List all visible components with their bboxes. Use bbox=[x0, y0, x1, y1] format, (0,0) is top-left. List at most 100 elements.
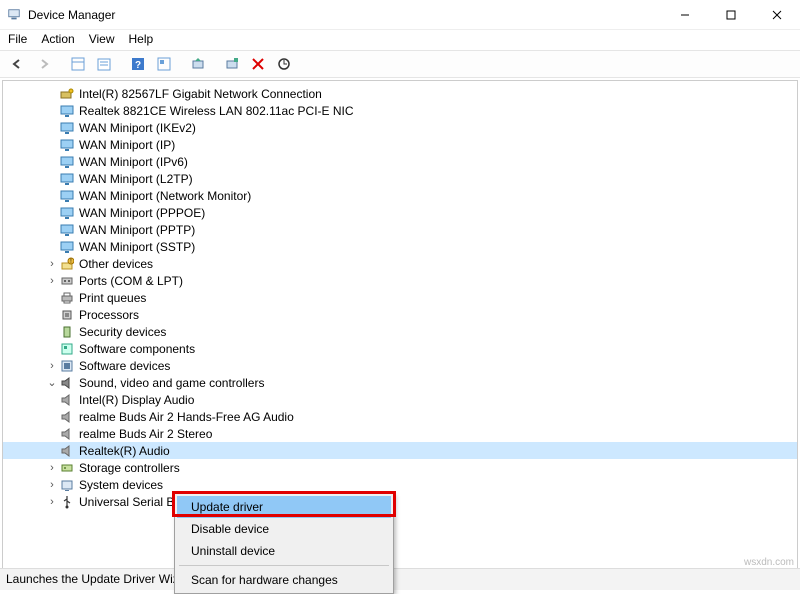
category-software-devices[interactable]: › Software devices bbox=[3, 357, 797, 374]
category-system[interactable]: › System devices bbox=[3, 476, 797, 493]
storage-icon bbox=[59, 460, 75, 476]
category-usb[interactable]: ›Universal Serial Bus controllers bbox=[3, 493, 797, 510]
expand-icon[interactable]: › bbox=[45, 275, 59, 287]
context-uninstall-device[interactable]: Uninstall device bbox=[177, 540, 391, 562]
device-item[interactable]: Intel(R) 82567LF Gigabit Network Connect… bbox=[3, 85, 797, 102]
software-icon bbox=[59, 341, 75, 357]
properties-button[interactable] bbox=[92, 53, 116, 75]
uninstall-button[interactable] bbox=[220, 53, 244, 75]
device-label: Intel(R) Display Audio bbox=[79, 393, 194, 407]
category-processors[interactable]: Processors bbox=[3, 306, 797, 323]
device-item[interactable]: realme Buds Air 2 Stereo bbox=[3, 425, 797, 442]
scan-hardware-button[interactable] bbox=[272, 53, 296, 75]
show-hide-tree-button[interactable] bbox=[66, 53, 90, 75]
expand-icon[interactable]: › bbox=[45, 360, 59, 372]
device-item[interactable]: WAN Miniport (PPPOE) bbox=[3, 204, 797, 221]
category-label: System devices bbox=[79, 478, 163, 492]
device-item-selected[interactable]: Realtek(R) Audio bbox=[3, 442, 797, 459]
context-disable-device[interactable]: Disable device bbox=[177, 518, 391, 540]
expand-icon[interactable]: › bbox=[45, 496, 59, 508]
device-item[interactable]: Realtek 8821CE Wireless LAN 802.11ac PCI… bbox=[3, 102, 797, 119]
close-button[interactable] bbox=[754, 0, 800, 30]
category-storage[interactable]: ›Storage controllers bbox=[3, 459, 797, 476]
device-item[interactable]: realme Buds Air 2 Hands-Free AG Audio bbox=[3, 408, 797, 425]
device-item[interactable]: WAN Miniport (L2TP) bbox=[3, 170, 797, 187]
category-label: Ports (COM & LPT) bbox=[79, 274, 183, 288]
minimize-button[interactable] bbox=[662, 0, 708, 30]
help-button[interactable]: ? bbox=[126, 53, 150, 75]
device-item[interactable]: WAN Miniport (PPTP) bbox=[3, 221, 797, 238]
category-label: Software components bbox=[79, 342, 195, 356]
action-button[interactable] bbox=[152, 53, 176, 75]
monitor-icon bbox=[59, 205, 75, 221]
device-label: WAN Miniport (PPTP) bbox=[79, 223, 195, 237]
device-label: Realtek(R) Audio bbox=[79, 444, 170, 458]
speaker-icon bbox=[59, 409, 75, 425]
category-software-components[interactable]: Software components bbox=[3, 340, 797, 357]
device-item[interactable]: WAN Miniport (IKEv2) bbox=[3, 119, 797, 136]
device-label: Realtek 8821CE Wireless LAN 802.11ac PCI… bbox=[79, 104, 354, 118]
system-icon bbox=[59, 477, 75, 493]
collapse-icon[interactable]: ⌄ bbox=[45, 376, 59, 389]
context-scan-hardware[interactable]: Scan for hardware changes bbox=[177, 569, 391, 591]
update-driver-button[interactable] bbox=[186, 53, 210, 75]
device-label: WAN Miniport (PPPOE) bbox=[79, 206, 205, 220]
context-update-driver[interactable]: Update driver bbox=[177, 496, 391, 518]
menu-file[interactable]: File bbox=[8, 32, 27, 46]
expand-icon[interactable]: › bbox=[45, 462, 59, 474]
monitor-icon bbox=[59, 239, 75, 255]
printer-icon bbox=[59, 290, 75, 306]
monitor-icon bbox=[59, 188, 75, 204]
back-button[interactable] bbox=[6, 53, 30, 75]
monitor-icon bbox=[59, 120, 75, 136]
device-item[interactable]: WAN Miniport (Network Monitor) bbox=[3, 187, 797, 204]
device-label: WAN Miniport (IKEv2) bbox=[79, 121, 196, 135]
device-label: WAN Miniport (SSTP) bbox=[79, 240, 195, 254]
category-security-devices[interactable]: Security devices bbox=[3, 323, 797, 340]
category-label: Sound, video and game controllers bbox=[79, 376, 264, 390]
device-item[interactable]: Intel(R) Display Audio bbox=[3, 391, 797, 408]
cpu-icon bbox=[59, 307, 75, 323]
expand-icon[interactable]: › bbox=[45, 258, 59, 270]
context-menu: Update driver Disable device Uninstall d… bbox=[174, 493, 394, 594]
menu-action[interactable]: Action bbox=[41, 32, 74, 46]
monitor-icon bbox=[59, 171, 75, 187]
ports-icon bbox=[59, 273, 75, 289]
disable-button[interactable] bbox=[246, 53, 270, 75]
network-adapter-icon bbox=[59, 86, 75, 102]
device-item[interactable]: WAN Miniport (SSTP) bbox=[3, 238, 797, 255]
usb-icon bbox=[59, 494, 75, 510]
category-print-queues[interactable]: Print queues bbox=[3, 289, 797, 306]
device-item[interactable]: WAN Miniport (IP) bbox=[3, 136, 797, 153]
category-ports[interactable]: › Ports (COM & LPT) bbox=[3, 272, 797, 289]
category-label: Software devices bbox=[79, 359, 170, 373]
speaker-icon bbox=[59, 443, 75, 459]
menu-help[interactable]: Help bbox=[129, 32, 154, 46]
other-devices-icon: ! bbox=[59, 256, 75, 272]
category-label: Other devices bbox=[79, 257, 153, 271]
speaker-icon bbox=[59, 375, 75, 391]
status-bar: Launches the Update Driver Wizard for th… bbox=[0, 568, 800, 590]
category-label: Processors bbox=[79, 308, 139, 322]
forward-button[interactable] bbox=[32, 53, 56, 75]
monitor-icon bbox=[59, 137, 75, 153]
device-item[interactable]: WAN Miniport (IPv6) bbox=[3, 153, 797, 170]
svg-text:?: ? bbox=[135, 60, 141, 71]
maximize-button[interactable] bbox=[708, 0, 754, 30]
category-other-devices[interactable]: ›! Other devices bbox=[3, 255, 797, 272]
watermark: wsxdn.com bbox=[744, 557, 794, 568]
device-label: WAN Miniport (L2TP) bbox=[79, 172, 193, 186]
window-title: Device Manager bbox=[28, 8, 115, 22]
device-label: WAN Miniport (IPv6) bbox=[79, 155, 188, 169]
device-label: realme Buds Air 2 Stereo bbox=[79, 427, 212, 441]
menu-view[interactable]: View bbox=[89, 32, 115, 46]
expand-icon[interactable]: › bbox=[45, 479, 59, 491]
security-icon bbox=[59, 324, 75, 340]
device-tree[interactable]: Intel(R) 82567LF Gigabit Network Connect… bbox=[2, 80, 798, 574]
speaker-icon bbox=[59, 392, 75, 408]
context-separator bbox=[179, 565, 389, 566]
monitor-icon bbox=[59, 222, 75, 238]
category-sound[interactable]: ⌄ Sound, video and game controllers bbox=[3, 374, 797, 391]
device-manager-icon bbox=[6, 7, 22, 23]
category-label: Security devices bbox=[79, 325, 166, 339]
